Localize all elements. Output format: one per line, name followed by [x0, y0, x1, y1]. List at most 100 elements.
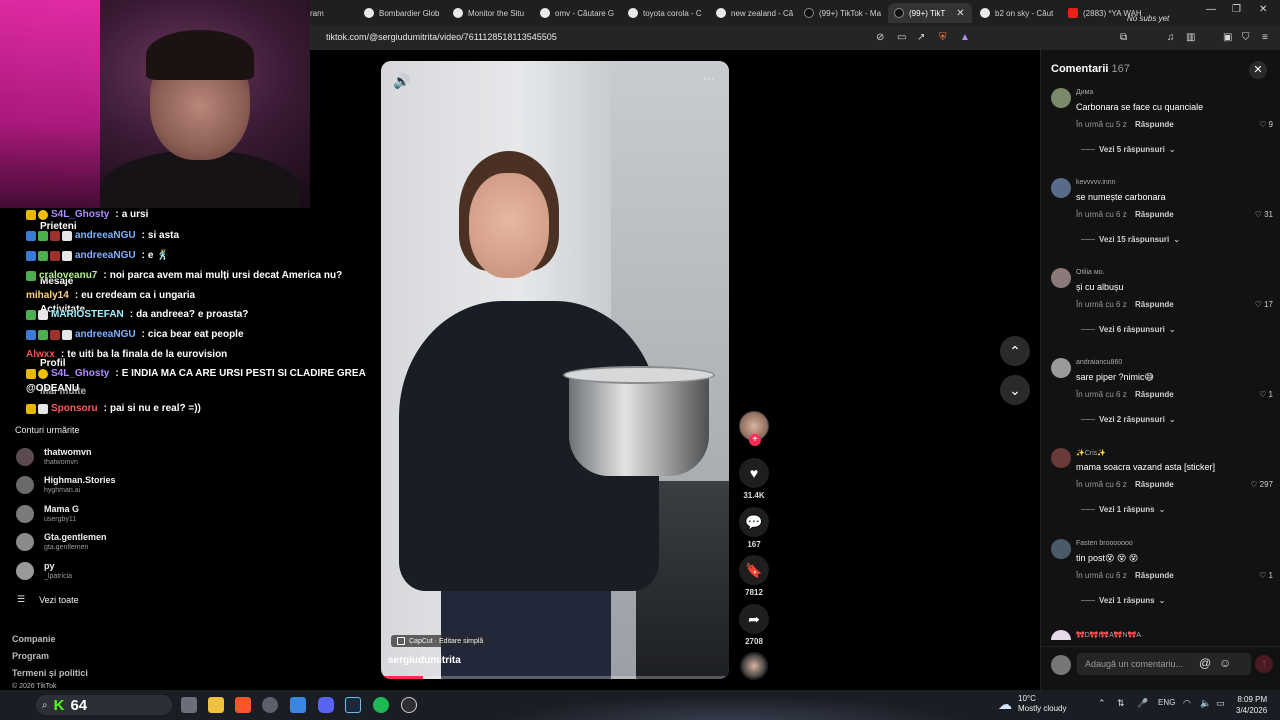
reply-button[interactable]: Răspunde	[1135, 390, 1174, 399]
share-action[interactable]: ➦ 2708	[738, 604, 770, 646]
vpn-icon[interactable]: ⛉	[1242, 32, 1250, 43]
extensions-icon[interactable]: ⧉	[1120, 32, 1127, 43]
app-icon[interactable]	[262, 697, 278, 713]
comment-like[interactable]: ♡ 31	[1255, 210, 1273, 219]
like-action[interactable]: ♥ 31.4K	[738, 458, 770, 500]
close-tab-icon[interactable]: ✕	[956, 8, 964, 19]
avatar[interactable]	[1051, 178, 1071, 198]
comment-like[interactable]: ♡ 1	[1259, 571, 1273, 580]
footer-link-company[interactable]: Companie	[12, 634, 56, 644]
emoji-icon[interactable]: ☺	[1219, 656, 1231, 670]
browser-tab[interactable]: (99+) TikTok - Ma	[804, 3, 882, 23]
video-progress[interactable]	[381, 676, 729, 679]
brave-browser-icon[interactable]	[235, 697, 251, 713]
view-replies-button[interactable]: Vezi 15 răspunsuri ⌄	[1081, 235, 1180, 244]
reply-button[interactable]: Răspunde	[1135, 571, 1174, 580]
save-action[interactable]: 🔖 7812	[738, 555, 770, 597]
comment-user[interactable]: Fasten brooooooo	[1076, 540, 1133, 547]
browser-tab[interactable]: omv - Căutare G	[540, 3, 618, 23]
steam-icon[interactable]	[345, 697, 361, 713]
bookmark-icon[interactable]: 🔖	[739, 555, 769, 585]
view-replies-button[interactable]: Vezi 6 răspunsuri ⌄	[1081, 325, 1176, 334]
comment-user[interactable]: ✨Cris✨	[1076, 449, 1106, 457]
obs-icon[interactable]	[401, 697, 417, 713]
reply-button[interactable]: Răspunde	[1135, 210, 1174, 219]
battery-icon[interactable]: ▭	[1216, 698, 1225, 709]
url-field[interactable]: tiktok.com/@sergiudumitrita/video/761112…	[326, 32, 557, 42]
comment-like[interactable]: ♡ 17	[1255, 300, 1273, 309]
network-icon[interactable]: ⇅	[1117, 698, 1125, 709]
comment-user[interactable]: Otilia мо.	[1076, 269, 1105, 276]
mention-icon[interactable]: @	[1199, 656, 1211, 670]
browser-tab[interactable]: Monitor the Situ	[453, 3, 531, 23]
spotify-icon[interactable]	[373, 697, 389, 713]
video-player[interactable]: 🔊 ··· CapCut · Editare simplă sergiudumi…	[381, 61, 729, 679]
send-comment-button[interactable]: ↑	[1255, 655, 1273, 673]
browser-tab[interactable]: Bombardier Glob	[364, 3, 444, 23]
microphone-icon[interactable]: 🎤	[1137, 698, 1148, 709]
sidebar-icon[interactable]: ▥	[1186, 32, 1195, 43]
reply-button[interactable]: Răspunde	[1135, 300, 1174, 309]
minimize-icon[interactable]: —	[1206, 4, 1216, 15]
weather-widget[interactable]: ☁ 10°C Mostly cloudy	[998, 694, 1066, 714]
browser-tab[interactable]: toyota corola - C	[628, 3, 706, 23]
followed-account[interactable]: thatwomvn thatwomvn	[16, 445, 92, 469]
volume-icon[interactable]: 🔊	[393, 73, 410, 90]
comment-like[interactable]: ♡ 1	[1259, 390, 1273, 399]
followed-account[interactable]: Gta.gentlemen gta.gentlemen	[16, 530, 107, 554]
browser-tab[interactable]: ram	[310, 3, 354, 23]
reply-button[interactable]: Răspunde	[1135, 120, 1174, 129]
wallet-icon[interactable]: ▣	[1223, 32, 1232, 43]
maximize-icon[interactable]: ❐	[1232, 4, 1241, 15]
reply-button[interactable]: Răspunde	[1135, 480, 1174, 489]
avatar[interactable]	[1051, 448, 1071, 468]
followed-account[interactable]: Highman.Stories hyghman.ai	[16, 473, 116, 497]
comment-user[interactable]: kevvvvv.innn	[1076, 179, 1116, 186]
comment-icon[interactable]: 💬	[739, 507, 769, 537]
file-explorer-icon[interactable]	[208, 697, 224, 713]
avatar[interactable]	[1051, 539, 1071, 559]
language-indicator[interactable]: ENG	[1158, 698, 1175, 707]
comment-user[interactable]: andraiancu860	[1076, 359, 1122, 366]
reader-icon[interactable]: ⊘	[876, 32, 884, 43]
wifi-icon[interactable]: ◠	[1183, 698, 1191, 709]
see-all-link[interactable]: ☰ Vezi toate	[17, 594, 79, 605]
comment-like[interactable]: ♡ 9	[1259, 120, 1273, 129]
volume-tray-icon[interactable]: 🔈	[1200, 698, 1211, 709]
avatar[interactable]	[1051, 630, 1071, 640]
store-icon[interactable]	[290, 697, 306, 713]
screenshot-icon[interactable]: ▭	[897, 32, 906, 43]
browser-tab[interactable]: new zealand - Că	[716, 3, 794, 23]
comment-user[interactable]: Дима	[1076, 89, 1093, 96]
view-replies-button[interactable]: Vezi 1 răspuns ⌄	[1081, 505, 1165, 514]
follow-plus-icon[interactable]: +	[749, 434, 761, 446]
taskbar-search[interactable]: ⌕ K 64	[36, 695, 172, 715]
discord-icon[interactable]	[318, 697, 334, 713]
chevron-up-icon[interactable]: ⌃	[1098, 698, 1106, 709]
footer-link-program[interactable]: Program	[12, 651, 49, 661]
view-replies-button[interactable]: Vezi 1 răspuns ⌄	[1081, 596, 1165, 605]
followed-account[interactable]: py _lpatricia	[16, 559, 72, 583]
comment-like[interactable]: ♡ 297	[1250, 480, 1273, 489]
avatar[interactable]	[1051, 88, 1071, 108]
comment-action[interactable]: 💬 167	[738, 507, 770, 549]
previous-video-button[interactable]: ⌃	[1000, 336, 1030, 366]
view-replies-button[interactable]: Vezi 5 răspunsuri ⌄	[1081, 145, 1176, 154]
avatar[interactable]	[1051, 268, 1071, 288]
more-options-icon[interactable]: ···	[703, 71, 715, 85]
comment-user[interactable]: 🎀D🎀I🎀A🎀N🎀A	[1076, 631, 1141, 639]
brave-shield-icon[interactable]: ⛨	[939, 32, 947, 43]
heart-icon[interactable]: ♥	[739, 458, 769, 488]
next-video-button[interactable]: ⌄	[1000, 375, 1030, 405]
footer-link-terms[interactable]: Termeni și politici	[12, 668, 88, 678]
media-icon[interactable]: ♫	[1167, 32, 1175, 43]
close-comments-button[interactable]: ✕	[1249, 61, 1267, 79]
view-replies-button[interactable]: Vezi 2 răspunsuri ⌄	[1081, 415, 1176, 424]
followed-account[interactable]: Mama Gusergby11	[16, 502, 79, 526]
close-window-icon[interactable]: ✕	[1259, 4, 1267, 15]
rewards-icon[interactable]: ▲	[960, 32, 970, 43]
browser-tab-active[interactable]: (99+) TikT ✕	[888, 3, 972, 23]
music-disc-icon[interactable]	[740, 652, 768, 680]
clock[interactable]: 8:09 PM 3/4/2026	[1236, 694, 1267, 716]
avatar[interactable]	[1051, 358, 1071, 378]
